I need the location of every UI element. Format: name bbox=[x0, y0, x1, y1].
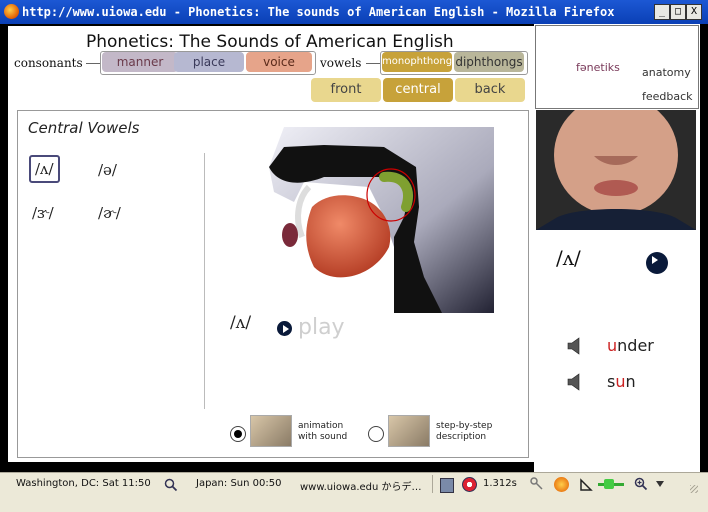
animation-thumbnail[interactable] bbox=[250, 415, 292, 447]
animation-label: animation with sound bbox=[298, 421, 348, 442]
tab-front[interactable]: front bbox=[311, 78, 381, 102]
separator bbox=[432, 475, 433, 493]
page-content: Phonetics: The Sounds of American Englis… bbox=[0, 24, 708, 472]
fonetiks-logo[interactable]: fənetiks bbox=[576, 61, 620, 74]
key-icon bbox=[530, 477, 543, 490]
nav-box: fənetiks anatomy feedback bbox=[535, 25, 699, 109]
symbol-button-r-unstressed[interactable]: /ɚ/ bbox=[98, 204, 121, 222]
word-sun-vowel: u bbox=[615, 372, 626, 391]
connection-icon[interactable] bbox=[604, 479, 614, 489]
play-icon[interactable] bbox=[646, 252, 668, 274]
firebug-icon[interactable] bbox=[462, 477, 477, 492]
resize-grip[interactable] bbox=[690, 485, 698, 493]
tab-back[interactable]: back bbox=[455, 78, 525, 102]
radio-step-by-step[interactable] bbox=[368, 426, 384, 442]
tab-voice[interactable]: voice bbox=[246, 52, 312, 72]
washington-clock: Washington, DC: Sat 11:50 bbox=[16, 478, 151, 489]
tab-manner[interactable]: manner bbox=[102, 52, 178, 72]
right-symbol: /ʌ/ bbox=[556, 246, 581, 270]
chevron-down-icon[interactable] bbox=[656, 481, 664, 487]
browser-window: http://www.uiowa.edu - Phonetics: The so… bbox=[0, 0, 708, 512]
tab-monophthongs[interactable]: monophthongs bbox=[382, 52, 457, 72]
radio-animation[interactable] bbox=[230, 426, 246, 442]
firefox-icon bbox=[4, 4, 19, 19]
word-under-vowel: u bbox=[607, 336, 618, 355]
divider-line bbox=[86, 63, 100, 64]
status-host: www.uiowa.edu からデ… bbox=[300, 482, 422, 493]
section-title: Central Vowels bbox=[28, 119, 140, 137]
speaker-icon[interactable] bbox=[566, 372, 584, 392]
current-symbol: /ʌ/ bbox=[230, 313, 252, 333]
tab-diphthongs[interactable]: diphthongs bbox=[454, 52, 524, 72]
japan-clock: Japan: Sun 00:50 bbox=[196, 478, 282, 489]
feedback-link[interactable]: feedback bbox=[642, 90, 693, 103]
right-panel: fənetiks anatomy feedback /ʌ/ under sun bbox=[534, 24, 700, 472]
word-sun-rest: n bbox=[625, 372, 636, 391]
page-icon bbox=[440, 478, 454, 493]
symbol-button-schwa-wedge[interactable]: /ʌ/ bbox=[29, 155, 60, 183]
consonants-label: consonants bbox=[14, 56, 83, 70]
firefox-icon[interactable] bbox=[554, 477, 569, 492]
central-vowels-panel: Central Vowels /ʌ/ /ə/ /ɝ/ /ɚ/ /ʌ/ play … bbox=[17, 110, 529, 458]
window-title: http://www.uiowa.edu - Phonetics: The so… bbox=[22, 5, 615, 19]
vowels-label: vowels bbox=[320, 56, 362, 70]
step-by-step-label: step-by-step description bbox=[436, 421, 493, 442]
flash-app: Phonetics: The Sounds of American Englis… bbox=[8, 26, 534, 462]
word-under-rest: nder bbox=[617, 336, 654, 355]
page-title: Phonetics: The Sounds of American Englis… bbox=[86, 32, 454, 52]
anatomy-link[interactable]: anatomy bbox=[642, 66, 691, 79]
speaker-icon[interactable] bbox=[566, 336, 584, 356]
close-button[interactable]: X bbox=[686, 4, 702, 20]
zoom-icon[interactable] bbox=[634, 477, 648, 491]
divider-line bbox=[204, 153, 205, 409]
load-time: 1.312s bbox=[483, 478, 517, 489]
window-bottom-edge bbox=[0, 496, 708, 512]
tab-place[interactable]: place bbox=[174, 52, 244, 72]
tab-central[interactable]: central bbox=[383, 78, 453, 102]
symbol-button-schwa[interactable]: /ə/ bbox=[98, 161, 117, 179]
play-label[interactable]: play bbox=[298, 315, 345, 340]
title-bar: http://www.uiowa.edu - Phonetics: The so… bbox=[0, 0, 708, 24]
divider-line bbox=[366, 63, 380, 64]
status-bar: Washington, DC: Sat 11:50 Japan: Sun 00:… bbox=[0, 472, 708, 497]
symbol-button-r-stressed[interactable]: /ɝ/ bbox=[32, 204, 54, 222]
search-icon[interactable] bbox=[164, 478, 178, 492]
speaker-face-video bbox=[536, 110, 696, 230]
minimize-button[interactable]: _ bbox=[654, 4, 670, 20]
play-icon[interactable] bbox=[277, 321, 292, 336]
word-under[interactable]: under bbox=[607, 336, 654, 355]
step-by-step-thumbnail[interactable] bbox=[388, 415, 430, 447]
pencil-icon[interactable] bbox=[578, 477, 594, 493]
vocal-tract-diagram bbox=[269, 127, 494, 313]
maximize-button[interactable]: □ bbox=[670, 4, 686, 20]
word-sun[interactable]: sun bbox=[607, 372, 636, 391]
